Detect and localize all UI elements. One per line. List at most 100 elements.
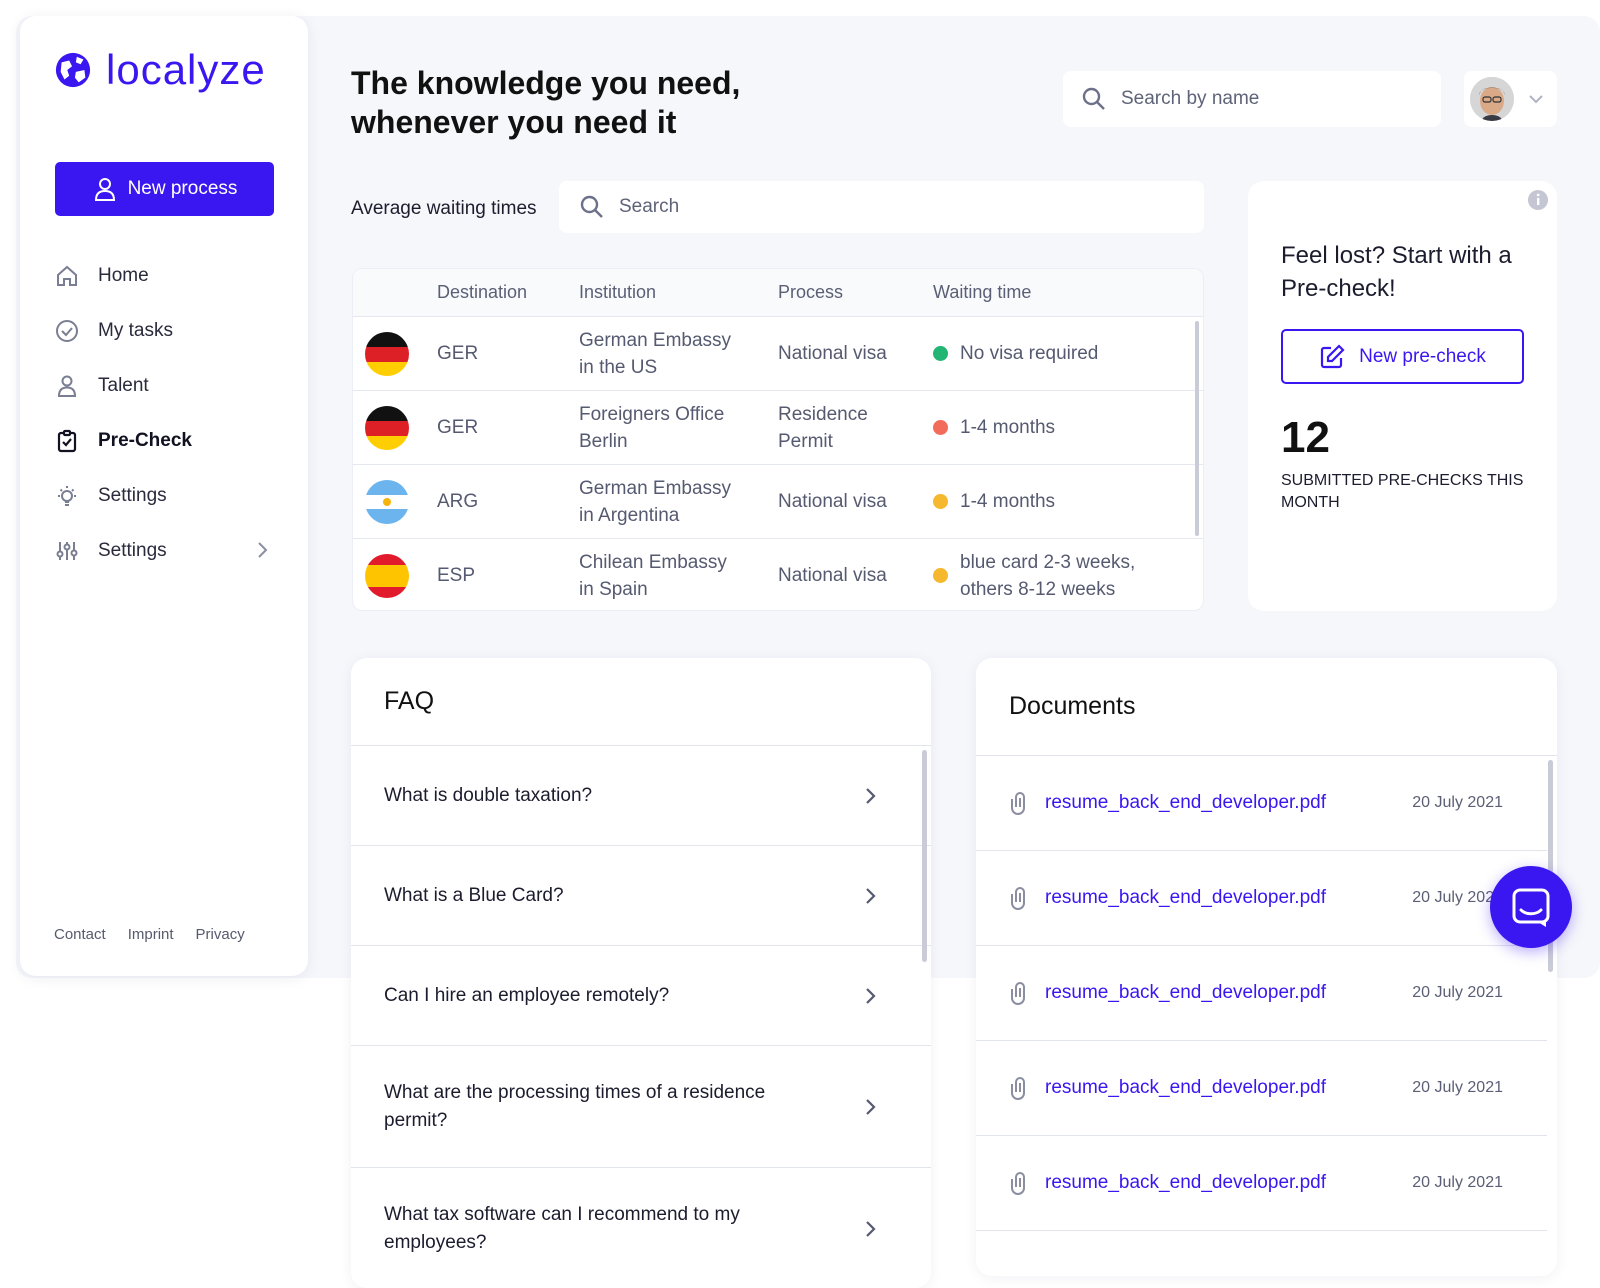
contact-link[interactable]: Contact [54,926,106,943]
institution-cell: Foreigners Office Berlin [579,403,725,452]
globe-logo-icon [55,52,91,88]
institution-cell: German Embassy in Argentina [579,477,732,526]
faq-item[interactable]: Can I hire an employee remotely? [351,946,931,1046]
paperclip-icon [1011,792,1025,815]
chevron-right-icon [866,1098,876,1115]
sidebar-item-settings[interactable]: Settings [54,468,274,523]
imprint-link[interactable]: Imprint [128,926,174,943]
document-link[interactable]: resume_back_end_developer.pdf [1045,887,1412,909]
logo[interactable]: localyze [54,46,266,94]
sidebar-item-home[interactable]: Home [54,248,274,303]
destination-cell: GER [437,342,479,364]
faq-item[interactable]: What tax software can I recommend to my … [351,1168,931,1288]
name-search-box [1063,71,1441,127]
profile-menu[interactable] [1464,71,1557,127]
privacy-link[interactable]: Privacy [196,926,245,943]
sidebar-item-label: Home [98,264,149,286]
document-item[interactable]: resume_back_end_developer.pdf 20 July 20… [976,946,1547,1041]
process-cell: National visa [778,343,887,364]
column-header-waiting-time[interactable]: Waiting time [933,279,1203,306]
document-item[interactable]: resume_back_end_developer.pdf 20 July 20… [976,1136,1547,1231]
destination-cell: ARG [437,490,479,512]
chevron-down-icon [1529,95,1543,104]
sliders-icon [54,538,80,564]
faq-item[interactable]: What are the processing times of a resid… [351,1046,931,1168]
table-row[interactable]: GER Foreigners Office Berlin Residence Per… [353,391,1203,465]
document-link[interactable]: resume_back_end_developer.pdf [1045,792,1412,814]
sidebar-item-label: Talent [98,374,149,396]
sidebar-nav: Home My tasks Talent Pre-Check Settings [54,248,274,578]
status-dot [933,568,948,583]
search-icon [580,195,603,218]
waiting-times-table: Destination Institution Process Waiting … [352,268,1204,611]
new-process-label: New process [127,178,238,199]
waiting-time-cell: 1-4 months [933,488,1203,515]
status-dot [933,494,948,509]
paperclip-icon [1011,1077,1025,1100]
check-circle-icon [54,318,80,344]
paperclip-icon [1011,1172,1025,1195]
document-link[interactable]: resume_back_end_developer.pdf [1045,982,1412,1004]
document-link[interactable]: resume_back_end_developer.pdf [1045,1172,1412,1194]
document-item[interactable]: resume_back_end_developer.pdf 20 July 20… [976,1041,1547,1136]
column-header-institution[interactable]: Institution [579,279,778,306]
document-item[interactable]: resume_back_end_developer.pdf 20 July 20… [976,756,1547,851]
sidebar-item-settings-expandable[interactable]: Settings [54,523,274,578]
table-row[interactable]: ARG German Embassy in Argentina National … [353,465,1203,539]
precheck-count: 12 [1281,413,1330,462]
waiting-times-search-input[interactable] [619,196,899,218]
sidebar-footer: Contact Imprint Privacy [54,926,245,943]
document-date: 20 July 2021 [1412,1174,1503,1191]
new-process-button[interactable]: New process [55,162,274,216]
process-cell: National visa [778,491,887,512]
sidebar-item-talent[interactable]: Talent [54,358,274,413]
faq-item[interactable]: What is a Blue Card? [351,846,931,946]
precheck-caption: SUBMITTED PRE-CHECKS THIS MONTH [1281,472,1524,511]
column-header-destination[interactable]: Destination [437,282,579,303]
column-header-process[interactable]: Process [778,279,933,306]
destination-cell: ESP [437,564,476,586]
chat-button[interactable] [1490,866,1572,948]
faq-item[interactable]: What is double taxation? [351,746,931,846]
chevron-right-icon [258,542,268,558]
table-row[interactable]: ESP Chilean Embassy in Spain National vis… [353,539,1203,610]
chat-icon [1512,888,1550,927]
paperclip-icon [1011,982,1025,1005]
document-date: 20 July 2021 [1412,794,1503,811]
page-title-line-1: The knowledge you need, [351,65,741,101]
documents-card: Documents resume_back_end_developer.pdf … [976,658,1557,1276]
lightbulb-icon [54,483,80,509]
faq-scrollbar[interactable] [922,750,927,962]
table-scrollbar[interactable] [1195,321,1199,536]
waiting-time-cell: 1-4 months [933,414,1203,441]
brand-name: localyze [106,46,266,93]
clipboard-check-icon [54,428,80,454]
waiting-times-search-box [559,181,1204,233]
documents-title: Documents [976,658,1557,756]
document-item[interactable]: resume_back_end_developer.pdf 20 July 20… [976,851,1547,946]
user-icon [54,373,80,399]
sidebar-item-label: Pre-Check [98,429,192,451]
chevron-right-icon [866,887,876,904]
sidebar: localyze New process Home My tasks Talen… [20,16,308,976]
sidebar-item-label: My tasks [98,319,173,341]
chevron-right-icon [866,987,876,1004]
sidebar-item-label: Settings [98,539,167,561]
waiting-time-cell: No visa required [933,340,1203,367]
germany-flag-icon [365,331,409,376]
sidebar-item-my-tasks[interactable]: My tasks [54,303,274,358]
spain-flag-icon [365,553,409,598]
waiting-time-cell: blue card 2-3 weeks, others 8-12 weeks [933,549,1203,603]
name-search-input[interactable] [1121,88,1401,110]
document-link[interactable]: resume_back_end_developer.pdf [1045,1077,1412,1099]
waiting-times-label: Average waiting times [351,198,537,219]
info-icon[interactable] [1527,189,1549,211]
new-pre-check-button[interactable]: New pre-check [1281,329,1524,384]
new-pre-check-label: New pre-check [1359,345,1486,367]
precheck-card: Feel lost? Start with a Pre-check! New p… [1248,181,1557,611]
sidebar-item-pre-check[interactable]: Pre-Check [54,413,274,468]
table-row[interactable]: GER German Embassy in the US National vis… [353,317,1203,391]
search-icon [1082,87,1105,110]
process-cell: National visa [778,565,887,586]
document-date: 20 July 2021 [1412,1079,1503,1096]
